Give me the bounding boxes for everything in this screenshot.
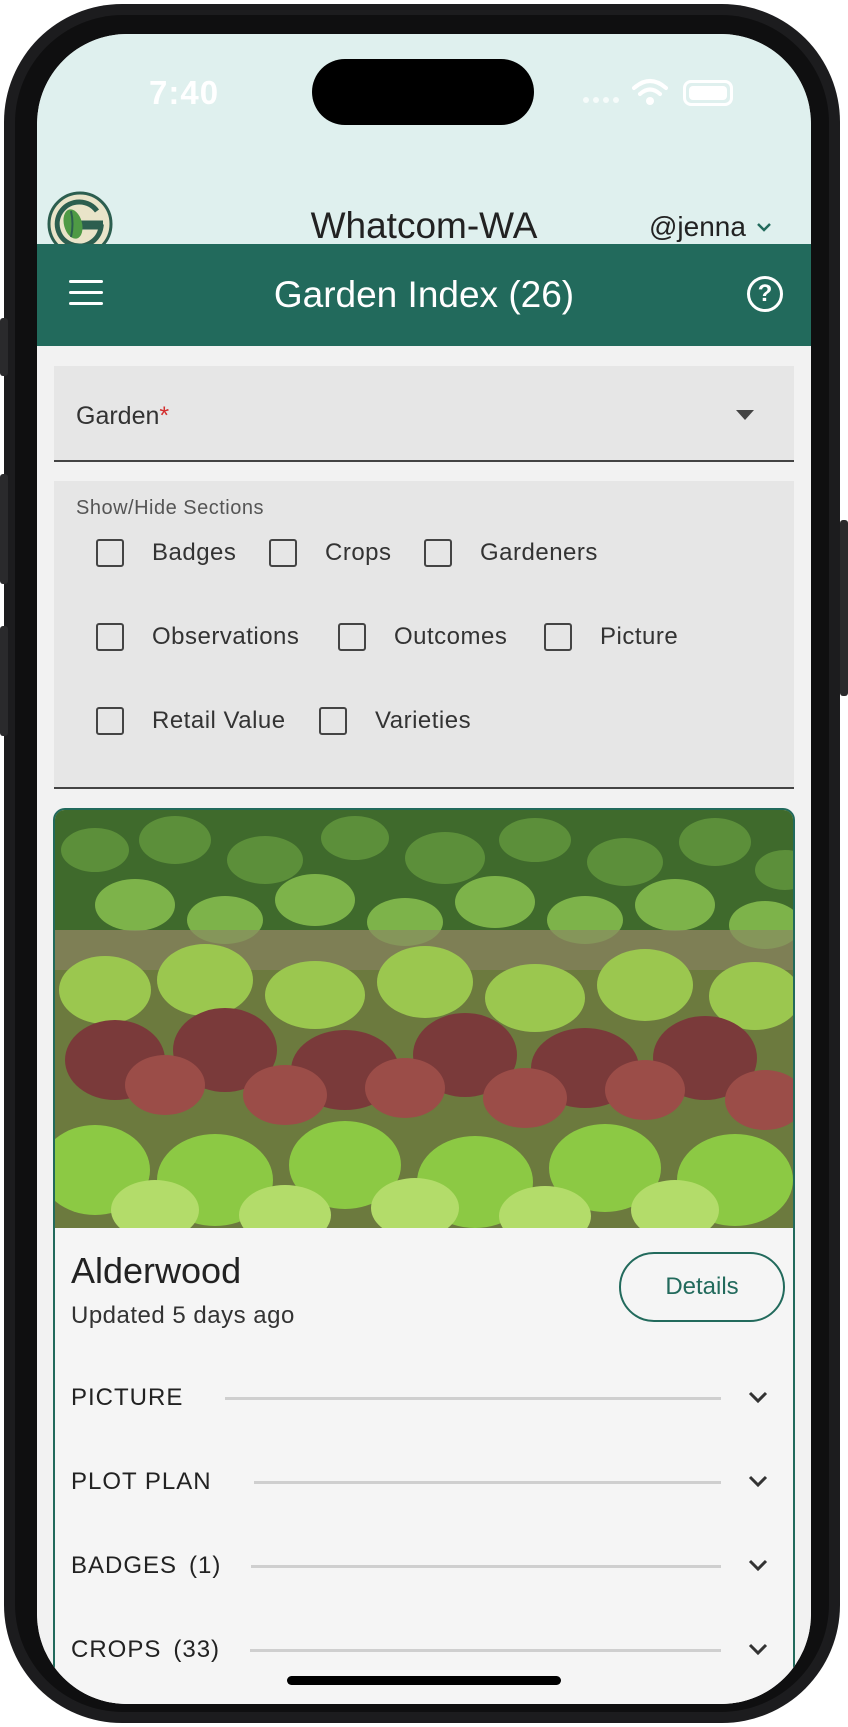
checkbox-icon[interactable] — [544, 623, 572, 651]
app-bar: Garden Index (26) ? — [37, 244, 811, 346]
volume-up-button — [0, 474, 8, 584]
checkbox-icon[interactable] — [269, 539, 297, 567]
checkbox-icon[interactable] — [319, 707, 347, 735]
checkbox-label: Retail Value — [152, 707, 286, 734]
checkbox-icon[interactable] — [96, 623, 124, 651]
dynamic-island — [312, 59, 534, 125]
checkbox-label: Varieties — [375, 707, 472, 734]
checkbox-picture[interactable]: Picture — [544, 623, 678, 651]
chevron-down-icon — [757, 223, 771, 232]
checkbox-badges[interactable]: Badges — [96, 539, 236, 567]
checkbox-gardeners[interactable]: Gardeners — [424, 539, 598, 567]
main-content: Garden* Show/Hide Sections Badges Crops … — [37, 346, 811, 1704]
garden-select[interactable]: Garden* — [54, 366, 794, 462]
divider — [251, 1564, 721, 1568]
details-button[interactable]: Details — [619, 1252, 785, 1322]
accordion-badges[interactable]: BADGES (1) — [71, 1546, 781, 1586]
user-menu[interactable]: @jenna — [649, 211, 772, 243]
checkbox-icon[interactable] — [424, 539, 452, 567]
checkbox-label: Crops — [325, 539, 392, 566]
chevron-down-icon[interactable] — [745, 1384, 771, 1410]
power-button — [840, 520, 848, 696]
chevron-down-icon[interactable] — [745, 1552, 771, 1578]
accordion-label: BADGES — [71, 1552, 178, 1579]
checkbox-icon[interactable] — [96, 539, 124, 567]
chevron-down-icon[interactable] — [745, 1636, 771, 1662]
garden-updated: Updated 5 days ago — [71, 1302, 295, 1329]
accordion-plot-plan[interactable]: PLOT PLAN — [71, 1462, 781, 1502]
accordion-picture[interactable]: PICTURE — [71, 1378, 781, 1418]
checkbox-retail-value[interactable]: Retail Value — [96, 707, 286, 735]
checkbox-icon[interactable] — [96, 707, 124, 735]
page-title: Garden Index (26) — [273, 274, 575, 315]
dropdown-arrow-icon[interactable] — [736, 410, 754, 420]
checkbox-label: Badges — [152, 539, 237, 566]
checkbox-label: Gardeners — [480, 539, 598, 566]
screen: 7:40 Whatcom-WA @jenna Garden Index (26)… — [37, 34, 811, 1704]
garden-select-label: Garden* — [76, 402, 169, 431]
show-hide-sections: Show/Hide Sections Badges Crops Gardener… — [54, 481, 794, 789]
user-handle: @jenna — [649, 211, 746, 242]
accordion-label: PLOT PLAN — [71, 1468, 212, 1495]
checkbox-outcomes[interactable]: Outcomes — [338, 623, 507, 651]
wifi-icon — [632, 79, 668, 105]
divider — [253, 1480, 721, 1484]
accordion-label: CROPS — [71, 1636, 162, 1663]
sections-title: Show/Hide Sections — [76, 497, 264, 519]
checkbox-label: Outcomes — [394, 623, 508, 650]
garden-card: Alderwood Updated 5 days ago Details PIC… — [53, 808, 795, 1704]
garden-photo — [55, 810, 793, 1228]
status-time: 7:40 — [149, 74, 220, 111]
checkbox-icon[interactable] — [338, 623, 366, 651]
garden-name: Alderwood — [71, 1250, 242, 1291]
chevron-down-icon[interactable] — [745, 1468, 771, 1494]
checkbox-observations[interactable]: Observations — [96, 623, 299, 651]
checkbox-varieties[interactable]: Varieties — [319, 707, 471, 735]
checkbox-crops[interactable]: Crops — [269, 539, 392, 567]
help-icon[interactable]: ? — [747, 276, 783, 312]
garden-label-text: Garden — [76, 402, 160, 430]
accordion-count: (1) — [189, 1552, 222, 1579]
checkbox-label: Picture — [600, 623, 679, 650]
accordion-crops[interactable]: CROPS (33) — [71, 1630, 781, 1670]
signal-icon — [583, 97, 619, 103]
home-indicator[interactable] — [287, 1676, 561, 1685]
checkbox-label: Observations — [152, 623, 300, 650]
divider — [225, 1396, 721, 1400]
required-mark: * — [159, 402, 170, 430]
divider — [250, 1648, 721, 1652]
side-button — [0, 318, 8, 376]
accordion-label: PICTURE — [71, 1384, 184, 1411]
battery-icon — [683, 80, 733, 106]
accordion-count: (33) — [173, 1636, 221, 1663]
volume-down-button — [0, 626, 8, 736]
